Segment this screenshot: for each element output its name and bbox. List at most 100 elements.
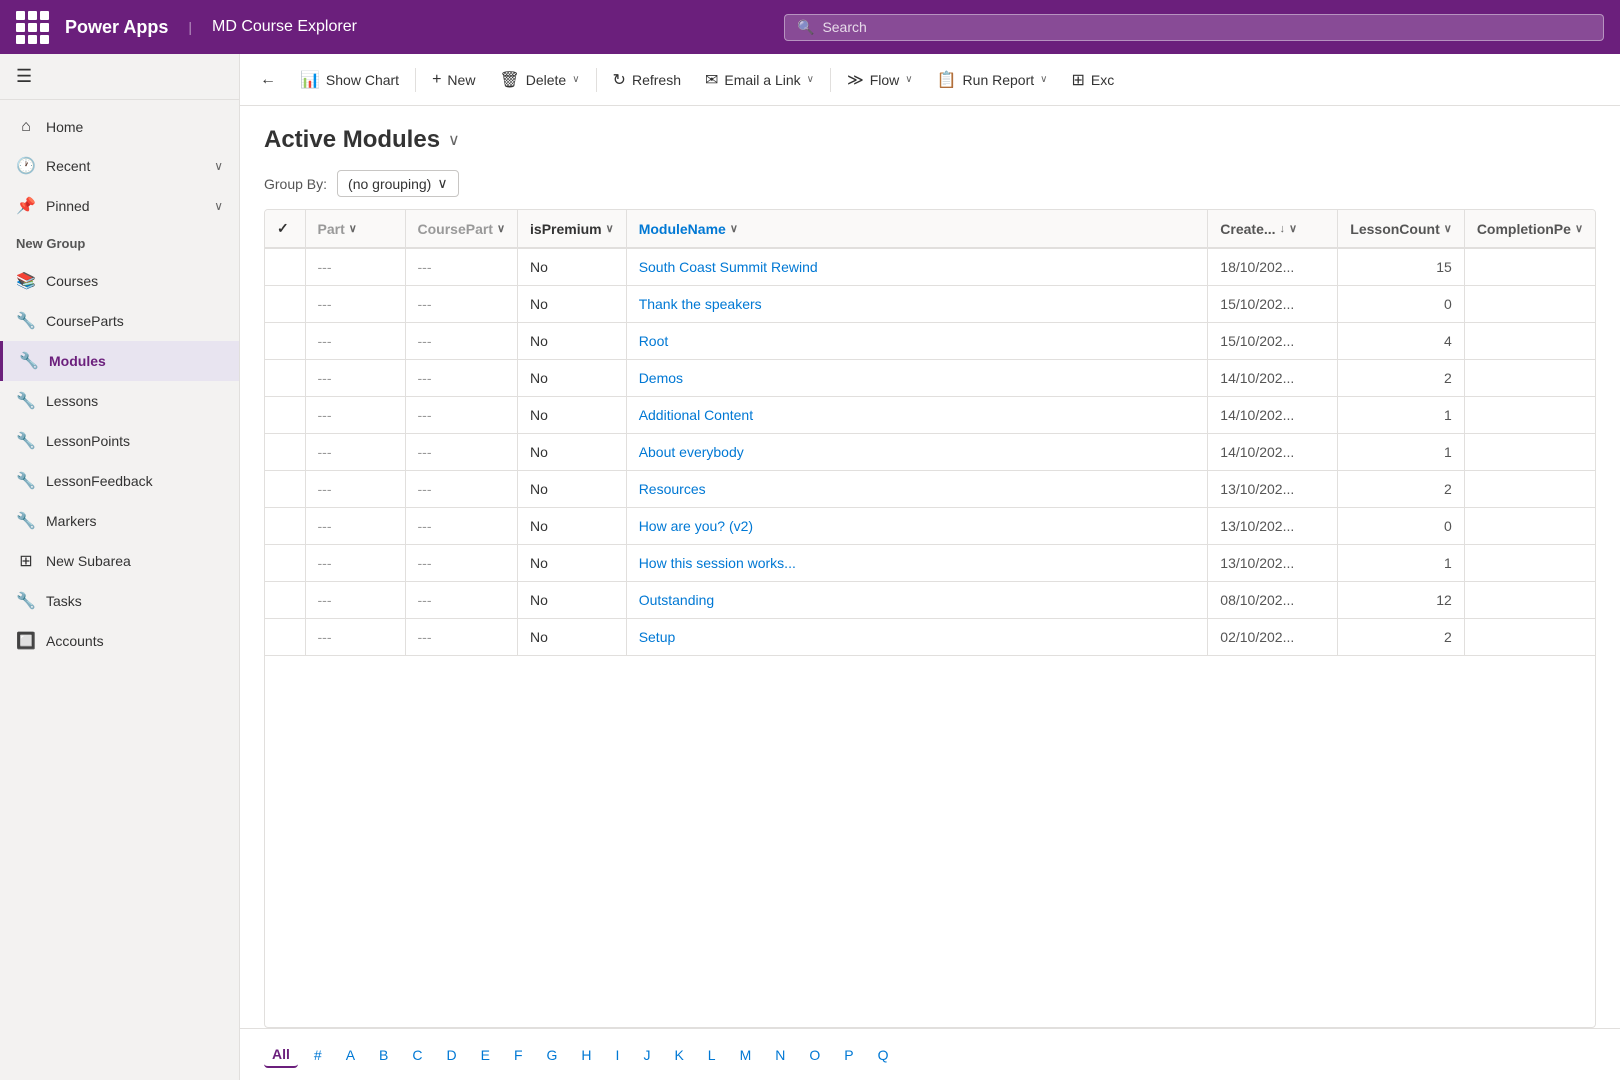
pagination-link[interactable]: F: [506, 1043, 531, 1067]
column-check[interactable]: ✓: [265, 210, 305, 248]
row-check[interactable]: [265, 248, 305, 286]
row-coursepart: ---: [405, 397, 518, 434]
sidebar-item-pinned[interactable]: 📌 Pinned ∨: [0, 186, 239, 226]
main-layout: ☰ ⌂ Home 🕐 Recent ∨ 📌 Pinned ∨ New Group…: [0, 54, 1620, 1080]
sidebar-item-home[interactable]: ⌂ Home: [0, 108, 239, 146]
row-check[interactable]: [265, 582, 305, 619]
row-check[interactable]: [265, 434, 305, 471]
flow-button[interactable]: ≫ Flow ∨: [835, 64, 925, 96]
row-modulename[interactable]: Root: [626, 323, 1208, 360]
column-coursepart[interactable]: CoursePart∨: [405, 210, 518, 248]
search-placeholder: Search: [822, 19, 866, 35]
row-modulename[interactable]: Outstanding: [626, 582, 1208, 619]
lessonfeedback-label: LessonFeedback: [46, 473, 223, 489]
row-check[interactable]: [265, 545, 305, 582]
row-check[interactable]: [265, 323, 305, 360]
row-modulename[interactable]: South Coast Summit Rewind: [626, 248, 1208, 286]
pagination-link[interactable]: G: [539, 1043, 566, 1067]
column-modulename[interactable]: ModuleName∨: [626, 210, 1208, 248]
pagination-link[interactable]: Q: [870, 1043, 897, 1067]
new-button[interactable]: + New: [420, 65, 487, 95]
sidebar-item-lessons[interactable]: 🔧 Lessons: [0, 381, 239, 421]
pagination-link[interactable]: B: [371, 1043, 396, 1067]
sidebar-item-tasks[interactable]: 🔧 Tasks: [0, 581, 239, 621]
table-row: --- --- No Thank the speakers 15/10/202.…: [265, 286, 1595, 323]
sidebar-item-modules[interactable]: 🔧 Modules: [0, 341, 239, 381]
sidebar-item-newsubarea[interactable]: ⊞ New Subarea: [0, 541, 239, 581]
content-area: ← 📊 Show Chart + New 🗑 Delete ∨ ↻ Refres…: [240, 54, 1620, 1080]
row-check[interactable]: [265, 471, 305, 508]
column-lessoncount[interactable]: LessonCount∨: [1338, 210, 1465, 248]
column-created[interactable]: Create...↓∨: [1208, 210, 1338, 248]
groupby-select[interactable]: (no grouping) ∨: [337, 170, 459, 197]
refresh-button[interactable]: ↻ Refresh: [601, 64, 693, 96]
sidebar-item-recent[interactable]: 🕐 Recent ∨: [0, 146, 239, 186]
show-chart-button[interactable]: 📊 Show Chart: [288, 64, 411, 96]
email-link-button[interactable]: ✉ Email a Link ∨: [693, 64, 826, 96]
sidebar-item-markers[interactable]: 🔧 Markers: [0, 501, 239, 541]
column-ispremium[interactable]: isPremium∨: [518, 210, 627, 248]
pagination-bar: All # ABCDEFGHIJKLMNOPQ: [240, 1028, 1620, 1080]
row-lessoncount: 1: [1338, 397, 1465, 434]
row-modulename[interactable]: How are you? (v2): [626, 508, 1208, 545]
column-completionpe[interactable]: CompletionPe∨: [1464, 210, 1595, 248]
table-row: --- --- No How this session works... 13/…: [265, 545, 1595, 582]
tasks-icon: 🔧: [16, 591, 36, 611]
row-completionpe: [1464, 471, 1595, 508]
row-modulename[interactable]: About everybody: [626, 434, 1208, 471]
pagination-link[interactable]: M: [732, 1043, 760, 1067]
row-completionpe: [1464, 508, 1595, 545]
pagination-link[interactable]: D: [439, 1043, 465, 1067]
hamburger-icon[interactable]: ☰: [16, 66, 32, 86]
excel-button[interactable]: ⊞ Exc: [1059, 64, 1126, 96]
run-report-button[interactable]: 📋 Run Report ∨: [925, 64, 1060, 96]
pagination-link[interactable]: N: [767, 1043, 793, 1067]
lessons-label: Lessons: [46, 393, 223, 409]
sidebar-recent-label: Recent: [46, 158, 204, 174]
pagination-link[interactable]: J: [635, 1043, 658, 1067]
row-modulename[interactable]: Resources: [626, 471, 1208, 508]
pagination-link[interactable]: E: [473, 1043, 498, 1067]
pagination-link[interactable]: I: [608, 1043, 628, 1067]
column-part[interactable]: Part∨: [305, 210, 405, 248]
sidebar-item-lessonpoints[interactable]: 🔧 LessonPoints: [0, 421, 239, 461]
email-chevron-icon: ∨: [807, 74, 814, 85]
pagination-link[interactable]: #: [306, 1043, 330, 1067]
row-modulename[interactable]: How this session works...: [626, 545, 1208, 582]
row-check[interactable]: [265, 397, 305, 434]
pagination-link[interactable]: A: [338, 1043, 363, 1067]
pagination-link[interactable]: O: [801, 1043, 828, 1067]
pagination-link[interactable]: L: [700, 1043, 724, 1067]
row-coursepart: ---: [405, 248, 518, 286]
sidebar-item-courseparts[interactable]: 🔧 CourseParts: [0, 301, 239, 341]
back-button[interactable]: ←: [248, 65, 288, 95]
row-modulename[interactable]: Demos: [626, 360, 1208, 397]
row-check[interactable]: [265, 619, 305, 656]
accounts-label: Accounts: [46, 633, 223, 649]
pagination-link[interactable]: H: [573, 1043, 599, 1067]
row-check[interactable]: [265, 508, 305, 545]
pagination-link[interactable]: K: [666, 1043, 691, 1067]
pagination-link[interactable]: C: [404, 1043, 430, 1067]
search-bar[interactable]: 🔍 Search: [784, 14, 1604, 41]
pagination-link[interactable]: P: [836, 1043, 861, 1067]
row-check[interactable]: [265, 360, 305, 397]
row-lessoncount: 2: [1338, 360, 1465, 397]
row-modulename[interactable]: Thank the speakers: [626, 286, 1208, 323]
sidebar-item-courses[interactable]: 📚 Courses: [0, 261, 239, 301]
table-header-row: ✓ Part∨ CoursePart∨ isPremium∨: [265, 210, 1595, 248]
pagination-link[interactable]: All: [264, 1042, 298, 1068]
lessonpoints-icon: 🔧: [16, 431, 36, 451]
row-modulename[interactable]: Additional Content: [626, 397, 1208, 434]
delete-button[interactable]: 🗑 Delete ∨: [487, 64, 591, 96]
sidebar-item-lessonfeedback[interactable]: 🔧 LessonFeedback: [0, 461, 239, 501]
grid-icon[interactable]: [16, 11, 49, 44]
title-chevron-icon[interactable]: ∨: [448, 130, 460, 150]
sidebar-item-accounts[interactable]: 🔲 Accounts: [0, 621, 239, 661]
markers-icon: 🔧: [16, 511, 36, 531]
row-coursepart: ---: [405, 545, 518, 582]
row-ispremium: No: [518, 619, 627, 656]
row-modulename[interactable]: Setup: [626, 619, 1208, 656]
row-created: 14/10/202...: [1208, 360, 1338, 397]
row-check[interactable]: [265, 286, 305, 323]
